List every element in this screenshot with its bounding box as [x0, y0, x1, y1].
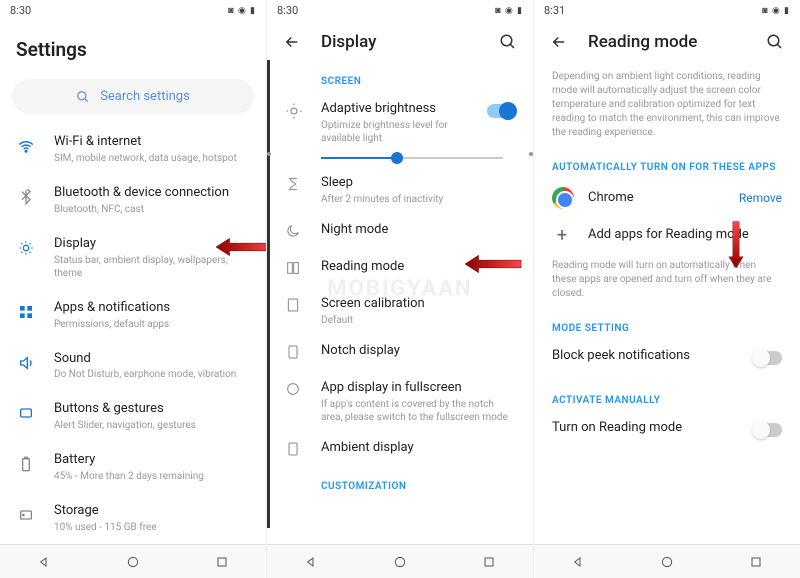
ambient-icon [285, 441, 305, 461]
fullscreen-icon [285, 381, 305, 401]
plus-icon: + [552, 225, 572, 245]
settings-item-wifi[interactable]: Wi-Fi & internetSIM, mobile network, dat… [0, 124, 266, 175]
auto-description: Reading mode will turn on automatically … [534, 253, 800, 311]
description-text: Depending on ambient light conditions, r… [534, 64, 800, 150]
section-header-auto: AUTOMATICALLY TURN ON FOR THESE APPS [534, 150, 800, 179]
chrome-app-row[interactable]: Chrome Remove [534, 179, 800, 217]
status-bar: 8:31◙ ◉ ▮ [534, 0, 800, 20]
nav-back-icon[interactable] [303, 554, 319, 570]
settings-item-apps[interactable]: Apps & notificationsPermissions, default… [0, 290, 266, 341]
settings-item-bluetooth[interactable]: Bluetooth & device connectionBluetooth, … [0, 175, 266, 226]
turn-on-toggle[interactable] [754, 423, 782, 437]
screen-calibration-row[interactable]: Screen calibrationDefault [267, 288, 533, 335]
wifi-icon [16, 136, 36, 156]
nav-bar [267, 544, 533, 578]
search-icon[interactable] [499, 33, 517, 51]
adaptive-brightness-row[interactable]: Adaptive brightnessOptimize brightness l… [267, 93, 533, 153]
adaptive-toggle[interactable] [487, 104, 515, 118]
section-header-mode: MODE SETTING [534, 311, 800, 340]
reading-mode-row[interactable]: Reading mode [267, 251, 533, 288]
back-icon[interactable] [550, 33, 568, 51]
nav-recent-icon[interactable] [481, 554, 497, 570]
calibration-icon [285, 297, 305, 317]
nav-recent-icon[interactable] [214, 554, 230, 570]
nav-home-icon[interactable] [125, 554, 141, 570]
nav-home-icon[interactable] [659, 554, 675, 570]
apps-icon [16, 302, 36, 322]
block-peek-row[interactable]: Block peek notifications [534, 340, 800, 373]
back-icon[interactable] [283, 33, 301, 51]
section-header-screen: SCREEN [267, 64, 533, 93]
notch-display-row[interactable]: Notch display [267, 335, 533, 372]
settings-item-battery[interactable]: Battery45% - More than 2 days remaining [0, 442, 266, 493]
settings-item-sound[interactable]: SoundDo Not Disturb, earphone mode, vibr… [0, 341, 266, 392]
sleep-icon [285, 176, 305, 196]
display-icon [16, 238, 36, 258]
chrome-icon [552, 187, 574, 209]
settings-item-buttons[interactable]: Buttons & gesturesAlert Slider, navigati… [0, 391, 266, 442]
status-bar: 8:30◙ ◉ ▮ [267, 0, 533, 20]
sleep-row[interactable]: SleepAfter 2 minutes of inactivity [267, 167, 533, 214]
status-bar: 8:30◙ ◉ ▮ [0, 0, 266, 20]
nav-back-icon[interactable] [36, 554, 52, 570]
block-peek-toggle[interactable] [754, 351, 782, 365]
settings-item-display[interactable]: DisplayStatus bar, ambient display, wall… [0, 226, 266, 290]
page-title: Settings [0, 20, 266, 75]
section-header-custom: CUSTOMIZATION [267, 469, 533, 498]
page-title: Reading mode [588, 32, 697, 52]
notch-icon [285, 344, 305, 364]
battery-icon [16, 454, 36, 474]
ambient-display-row[interactable]: Ambient display [267, 432, 533, 469]
header: Display [267, 20, 533, 64]
book-icon [285, 260, 305, 280]
night-mode-row[interactable]: Night mode [267, 214, 533, 251]
moon-icon [285, 223, 305, 243]
search-icon[interactable] [766, 33, 784, 51]
settings-item-storage[interactable]: Storage10% used - 115 GB free [0, 493, 266, 544]
turn-on-row[interactable]: Turn on Reading mode [534, 412, 800, 445]
add-apps-row[interactable]: + Add apps for Reading mode [534, 217, 800, 253]
nav-recent-icon[interactable] [748, 554, 764, 570]
nav-bar [534, 544, 800, 578]
sound-icon [16, 353, 36, 373]
nav-back-icon[interactable] [570, 554, 586, 570]
storage-icon [16, 505, 36, 525]
nav-bar [0, 544, 266, 578]
brightness-slider[interactable] [267, 153, 533, 167]
remove-button[interactable]: Remove [739, 191, 782, 205]
bluetooth-icon [16, 187, 36, 207]
gestures-icon [16, 403, 36, 423]
fullscreen-row[interactable]: App display in fullscreenIf app's conten… [267, 372, 533, 432]
brightness-icon [285, 102, 305, 122]
nav-home-icon[interactable] [392, 554, 408, 570]
header: Reading mode [534, 20, 800, 64]
search-input[interactable]: Search settings [12, 79, 254, 114]
search-icon [76, 90, 90, 104]
section-header-activate: ACTIVATE MANUALLY [534, 383, 800, 412]
page-title: Display [321, 32, 376, 52]
